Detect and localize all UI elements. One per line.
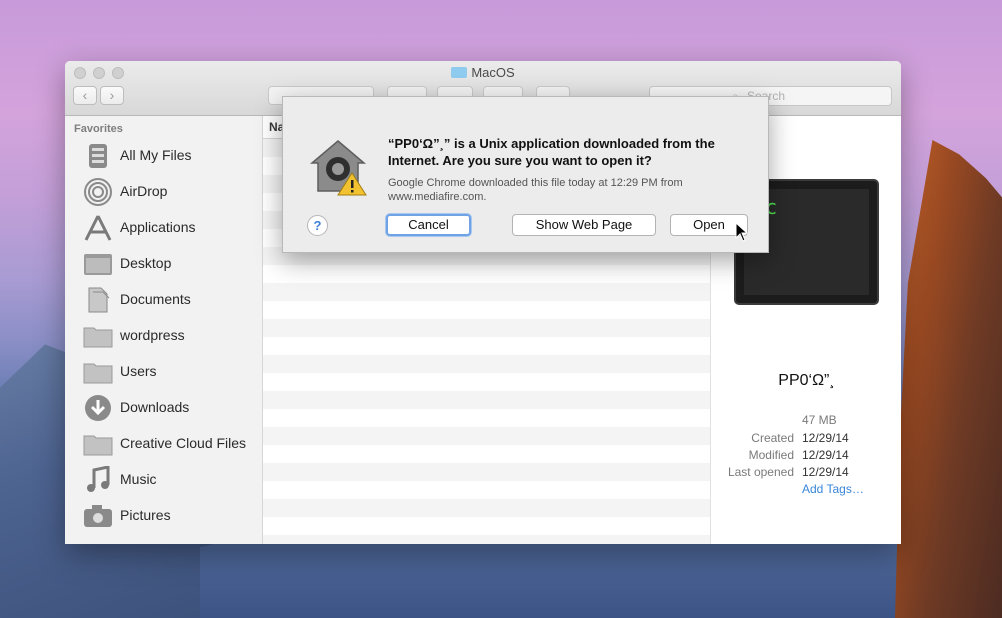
sidebar-item-documents[interactable]: Documents: [65, 282, 262, 318]
airdrop-icon: [84, 178, 112, 206]
sidebar-item-label: Applications: [120, 219, 196, 235]
camera-icon: [84, 505, 112, 527]
folder-icon: [451, 67, 468, 78]
sidebar-item-users[interactable]: Users: [65, 354, 262, 390]
sidebar-heading-favorites: Favorites: [74, 123, 123, 135]
created-label: Created: [751, 431, 794, 445]
folder-icon: [83, 327, 113, 348]
list-row: [263, 409, 710, 427]
all-files-icon: [89, 144, 107, 168]
sidebar: Favorites All My Files AirDrop Applicati…: [65, 116, 263, 544]
window-title-label: MacOS: [471, 65, 515, 80]
list-row: [263, 301, 710, 319]
mouse-cursor-icon: [735, 222, 749, 242]
sidebar-item-pictures[interactable]: Pictures: [65, 498, 262, 534]
folder-icon: [83, 363, 113, 384]
sidebar-item-wordpress[interactable]: wordpress: [65, 318, 262, 354]
help-button[interactable]: ?: [307, 215, 328, 236]
add-tags-link[interactable]: Add Tags…: [802, 482, 864, 496]
documents-icon: [88, 287, 110, 313]
list-row: [263, 427, 710, 445]
list-row: [263, 481, 710, 499]
applications-icon: [84, 215, 112, 241]
list-row: [263, 517, 710, 535]
sidebar-item-label: Downloads: [120, 399, 190, 415]
music-icon: [87, 466, 110, 492]
list-row: [263, 355, 710, 373]
folder-icon: [83, 435, 113, 456]
list-row: [263, 499, 710, 517]
cancel-button[interactable]: Cancel: [386, 214, 471, 236]
sidebar-item-label: Music: [120, 471, 157, 487]
sidebar-item-label: Desktop: [120, 255, 172, 271]
sidebar-item-all-my-files[interactable]: All My Files: [65, 138, 262, 174]
list-row: [263, 337, 710, 355]
downloads-icon: [85, 395, 111, 421]
list-row: [263, 283, 710, 301]
desktop-folder-icon: [84, 254, 112, 275]
window-title: MacOS: [65, 65, 901, 80]
sidebar-item-airdrop[interactable]: AirDrop: [65, 174, 262, 210]
list-row: [263, 265, 710, 283]
gatekeeper-dialog: “PP0‘Ω”¸” is a Unix application download…: [282, 96, 769, 253]
sidebar-item-applications[interactable]: Applications: [65, 210, 262, 246]
background-el-capitan: [895, 140, 1002, 618]
list-row: [263, 535, 710, 544]
sidebar-item-label: wordpress: [120, 327, 185, 343]
created-value: 12/29/14: [802, 431, 849, 445]
sidebar-item-label: AirDrop: [120, 183, 168, 199]
last-opened-label: Last opened: [727, 465, 794, 479]
sidebar-item-creative-cloud-files[interactable]: Creative Cloud Files: [65, 426, 262, 462]
sidebar-item-label: All My Files: [120, 147, 192, 163]
last-opened-value: 12/29/14: [802, 465, 849, 479]
gatekeeper-warning-icon: [309, 140, 367, 196]
dialog-title: “PP0‘Ω”¸” is a Unix application download…: [388, 136, 715, 168]
sidebar-item-label: Creative Cloud Files: [120, 435, 247, 451]
sidebar-item-label: Users: [120, 363, 157, 379]
preview-file-name: PP0‘Ω”¸: [778, 372, 835, 389]
sidebar-item-music[interactable]: Music: [65, 462, 262, 498]
forward-button[interactable]: ›: [100, 86, 124, 105]
show-web-page-button[interactable]: Show Web Page: [512, 214, 656, 236]
preview-size: 47 MB: [802, 413, 837, 427]
sidebar-item-downloads[interactable]: Downloads: [65, 390, 262, 426]
list-row: [263, 391, 710, 409]
sidebar-item-desktop[interactable]: Desktop: [65, 246, 262, 282]
modified-label: Modified: [748, 448, 794, 462]
list-row: [263, 319, 710, 337]
dialog-message: Google Chrome downloaded this file today…: [388, 177, 683, 203]
sidebar-item-label: Documents: [120, 291, 191, 307]
modified-value: 12/29/14: [802, 448, 849, 462]
back-button[interactable]: ‹: [73, 86, 97, 105]
list-row: [263, 463, 710, 481]
sidebar-item-label: Pictures: [120, 507, 171, 523]
list-row: [263, 373, 710, 391]
list-row: [263, 445, 710, 463]
